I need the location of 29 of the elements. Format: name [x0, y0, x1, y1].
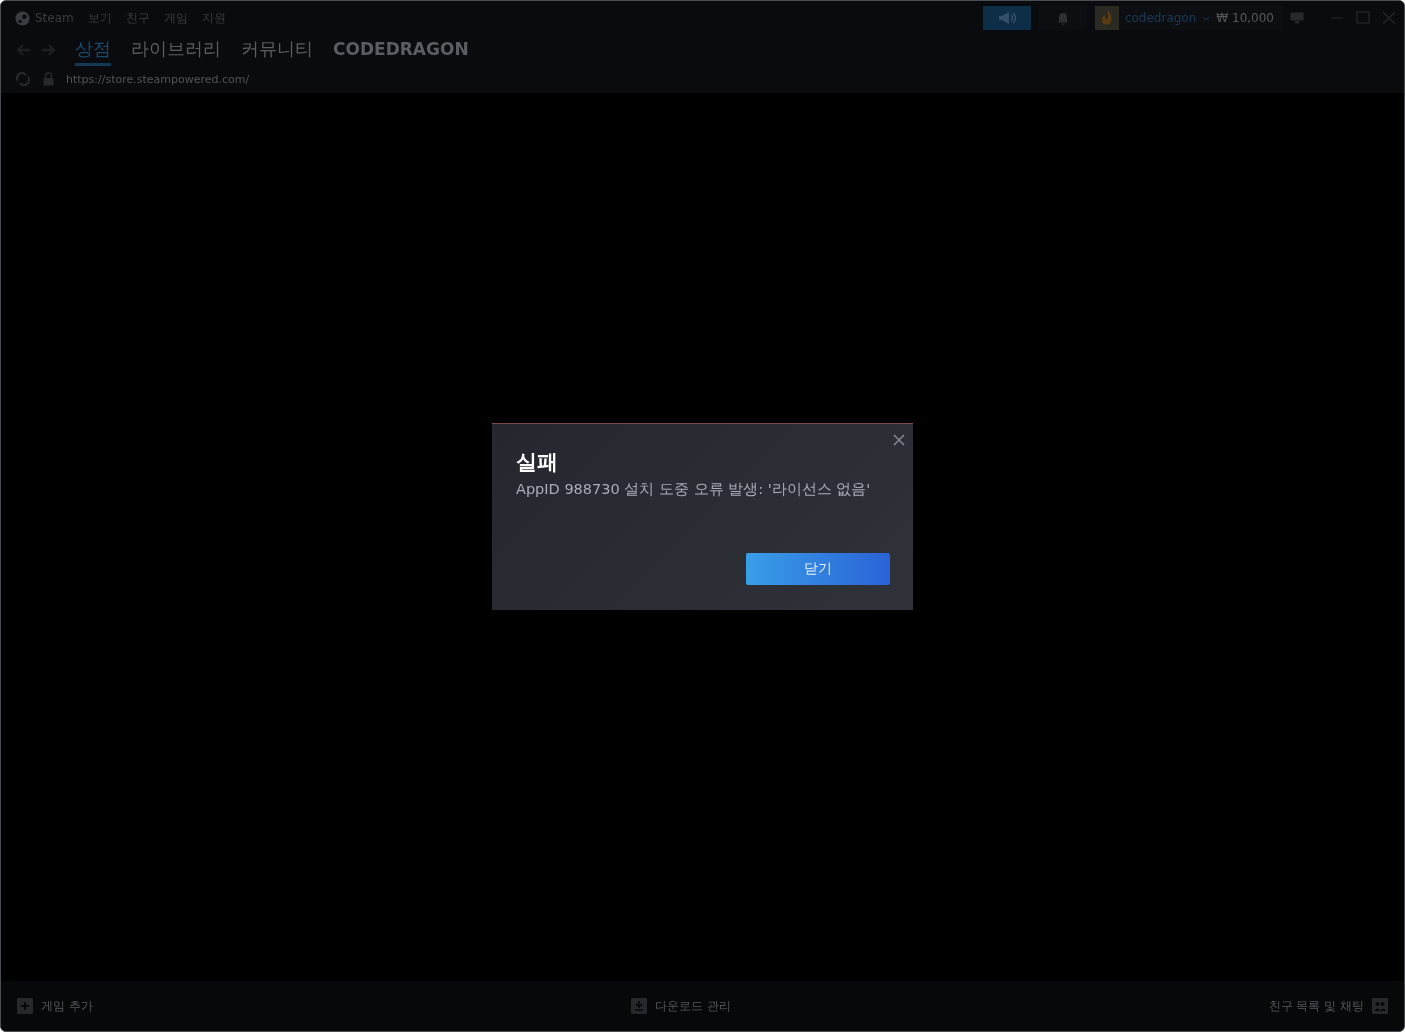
- footer-button[interactable]: 친구 목록 및 채팅: [1268, 997, 1388, 1015]
- footer-button[interactable]: 다운로드 관리: [630, 997, 731, 1015]
- plus-icon: [17, 998, 33, 1014]
- close-icon[interactable]: [1382, 11, 1396, 25]
- nav-tab[interactable]: 상점: [75, 34, 111, 66]
- avatar-icon: [1094, 6, 1119, 30]
- lock-icon: [43, 72, 54, 86]
- monitor-icon[interactable]: [1290, 12, 1304, 24]
- announcement-button[interactable]: [982, 6, 1031, 30]
- friends-icon: [1372, 998, 1388, 1014]
- url-text[interactable]: https://store.steampowered.com/: [66, 72, 250, 86]
- megaphone-icon: [997, 11, 1016, 25]
- nav-tab[interactable]: CODEDRAGON: [333, 34, 469, 66]
- dialog-message: AppID 988730 설치 도중 오류 발생: '라이선스 없음': [516, 480, 872, 499]
- steam-logo-icon: [15, 10, 30, 26]
- nav-tab[interactable]: 라이브러리: [131, 34, 221, 66]
- chevron-down-icon: [1202, 15, 1211, 21]
- close-dialog-button[interactable]: 닫기: [746, 553, 890, 585]
- footer-button[interactable]: 게임 추가: [17, 997, 93, 1015]
- download-icon: [630, 998, 647, 1014]
- close-icon: [893, 434, 905, 446]
- nav-tab[interactable]: 커뮤니티: [241, 34, 313, 66]
- bell-icon: [1056, 11, 1069, 25]
- reload-icon[interactable]: [15, 72, 31, 86]
- account-name[interactable]: codedragon: [1124, 11, 1197, 25]
- close-button[interactable]: [893, 434, 905, 446]
- maximize-icon[interactable]: [1356, 11, 1370, 25]
- dialog-title: 실패: [516, 449, 559, 476]
- wallet-balance: ₩ 10,000: [1216, 11, 1274, 25]
